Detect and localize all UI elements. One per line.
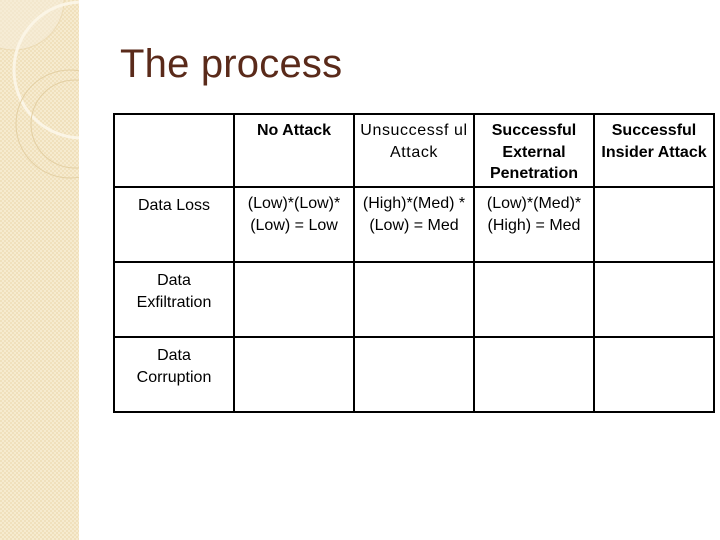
table-cell xyxy=(473,336,595,413)
table-cell xyxy=(593,261,715,338)
table-cell xyxy=(473,261,595,338)
risk-matrix-table: No Attack Unsuccessf ul Attack Successfu… xyxy=(113,113,715,413)
column-header-no-attack: No Attack xyxy=(233,113,355,188)
row-label-data-exfiltration: Data Exfiltration xyxy=(113,261,235,338)
table-cell: (Low)*(Low)* (Low) = Low xyxy=(233,186,355,263)
row-label-data-corruption: Data Corruption xyxy=(113,336,235,413)
table-cell xyxy=(593,336,715,413)
table-cell xyxy=(353,336,475,413)
table-header-row: No Attack Unsuccessf ul Attack Successfu… xyxy=(113,113,715,188)
table-cell xyxy=(353,261,475,338)
column-header-unsuccessful-attack: Unsuccessf ul Attack xyxy=(353,113,475,188)
table-row: Data Loss (Low)*(Low)* (Low) = Low (High… xyxy=(113,186,715,263)
table-cell xyxy=(233,261,355,338)
table-cell xyxy=(233,336,355,413)
table-cell: (High)*(Med) * (Low) = Med xyxy=(353,186,475,263)
table-cell xyxy=(593,186,715,263)
table-row: Data Exfiltration xyxy=(113,261,715,338)
column-header-text: Unsuccessf ul Attack xyxy=(360,122,468,161)
slide-title: The process xyxy=(120,42,343,86)
decorative-circles-icon xyxy=(0,0,79,179)
table-row: Data Corruption xyxy=(113,336,715,413)
column-header-successful-insider-attack: Successful Insider Attack xyxy=(593,113,715,188)
decorative-sidebar xyxy=(0,0,79,540)
table-corner-cell xyxy=(113,113,235,188)
row-label-data-loss: Data Loss xyxy=(113,186,235,263)
column-header-successful-external-penetration: Successful External Penetration xyxy=(473,113,595,188)
table-cell: (Low)*(Med)* (High) = Med xyxy=(473,186,595,263)
